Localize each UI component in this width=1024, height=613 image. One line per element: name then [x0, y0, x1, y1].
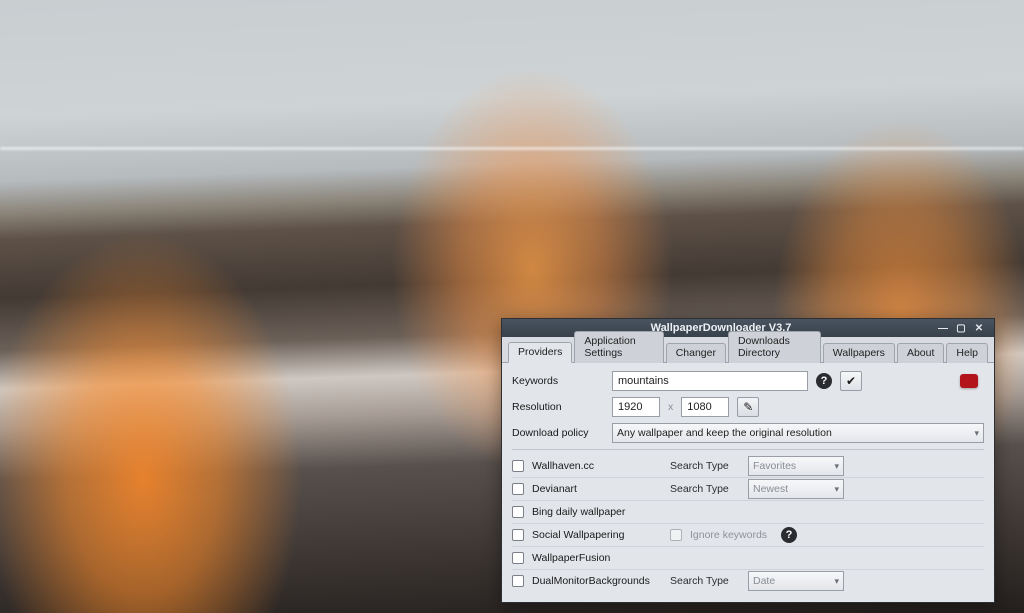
keywords-help-icon[interactable]: ?: [816, 373, 832, 389]
provider-label: Wallhaven.cc: [532, 460, 662, 472]
provider-row-dualmonitor: DualMonitorBackgrounds Search Type Date …: [512, 570, 984, 592]
chevron-down-icon: ▾: [974, 428, 979, 439]
provider-row-wallhaven: Wallhaven.cc Search Type Favorites ▾: [512, 455, 984, 477]
resolution-width-input: [612, 397, 660, 417]
section-divider: [512, 449, 984, 450]
resolution-height-input: [681, 397, 729, 417]
provider-label: DualMonitorBackgrounds: [532, 575, 662, 587]
resolution-separator: x: [668, 401, 673, 413]
tab-wallpapers[interactable]: Wallpapers: [823, 343, 895, 363]
keywords-apply-button[interactable]: ✔: [840, 371, 862, 391]
provider-label: Social Wallpapering: [532, 529, 662, 541]
keywords-label: Keywords: [512, 375, 604, 387]
status-indicator: [960, 374, 978, 388]
provider-checkbox[interactable]: [512, 552, 524, 564]
ignore-help-icon[interactable]: ?: [781, 527, 797, 543]
chevron-down-icon: ▾: [834, 576, 839, 587]
chevron-down-icon: ▾: [834, 484, 839, 495]
provider-row-devianart: Devianart Search Type Newest ▾: [512, 478, 984, 500]
resolution-label: Resolution: [512, 401, 604, 413]
tab-providers[interactable]: Providers: [508, 342, 572, 363]
provider-label: WallpaperFusion: [532, 552, 662, 564]
tab-help[interactable]: Help: [946, 343, 988, 363]
keywords-row: Keywords ? ✔: [512, 371, 984, 391]
check-icon: ✔: [846, 374, 856, 388]
window-close-button[interactable]: ✕: [970, 320, 988, 336]
resolution-edit-button[interactable]: ✎: [737, 397, 759, 417]
search-type-select[interactable]: Newest ▾: [748, 479, 844, 499]
search-type-select[interactable]: Favorites ▾: [748, 456, 844, 476]
search-type-value: Newest: [753, 483, 788, 495]
policy-value: Any wallpaper and keep the original reso…: [617, 427, 832, 439]
provider-label: Devianart: [532, 483, 662, 495]
policy-select[interactable]: Any wallpaper and keep the original reso…: [612, 423, 984, 443]
provider-checkbox[interactable]: [512, 483, 524, 495]
provider-row-wallpaperfusion: WallpaperFusion: [512, 547, 984, 569]
tab-about[interactable]: About: [897, 343, 944, 363]
ignore-keywords-label: Ignore keywords: [690, 529, 767, 541]
provider-checkbox[interactable]: [512, 460, 524, 472]
search-type-value: Date: [753, 575, 775, 587]
chevron-down-icon: ▾: [834, 461, 839, 472]
tab-changer[interactable]: Changer: [666, 343, 726, 363]
tab-downloads-directory[interactable]: Downloads Directory: [728, 331, 821, 363]
provider-checkbox[interactable]: [512, 529, 524, 541]
ignore-keywords-checkbox[interactable]: [670, 529, 682, 541]
app-window: WallpaperDownloader V3.7 — ▢ ✕ Providers…: [501, 318, 995, 603]
window-maximize-button[interactable]: ▢: [952, 320, 970, 336]
providers-panel: Keywords ? ✔ Resolution x ✎ Download pol…: [502, 363, 994, 602]
provider-row-bing: Bing daily wallpaper: [512, 501, 984, 523]
provider-row-social-wallpapering: Social Wallpapering Ignore keywords ?: [512, 524, 984, 546]
tab-application-settings[interactable]: Application Settings: [574, 331, 663, 363]
provider-label: Bing daily wallpaper: [532, 506, 662, 518]
window-title: WallpaperDownloader V3.7: [508, 322, 934, 334]
search-type-label: Search Type: [670, 575, 740, 587]
provider-checkbox[interactable]: [512, 575, 524, 587]
window-minimize-button[interactable]: —: [934, 320, 952, 336]
horizon-ridge: [0, 147, 1024, 150]
keywords-input[interactable]: [612, 371, 808, 391]
search-type-label: Search Type: [670, 460, 740, 472]
policy-label: Download policy: [512, 427, 604, 439]
search-type-label: Search Type: [670, 483, 740, 495]
search-type-select[interactable]: Date ▾: [748, 571, 844, 591]
tab-bar: Providers Application Settings Changer D…: [502, 337, 994, 363]
resolution-row: Resolution x ✎: [512, 397, 984, 417]
pencil-icon: ✎: [743, 400, 753, 414]
search-type-value: Favorites: [753, 460, 796, 472]
policy-row: Download policy Any wallpaper and keep t…: [512, 423, 984, 443]
provider-checkbox[interactable]: [512, 506, 524, 518]
